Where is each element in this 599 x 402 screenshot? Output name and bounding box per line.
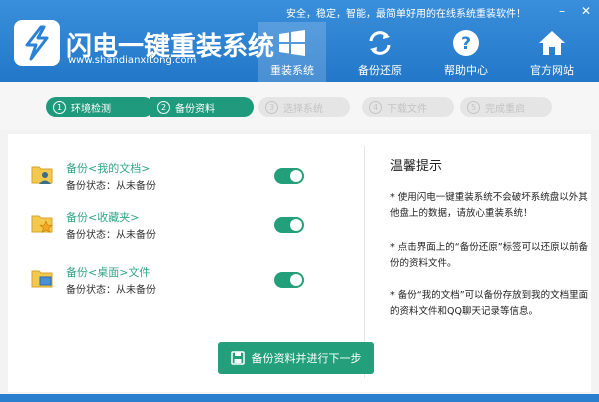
nav-label: 重装系统 [270,64,314,77]
step-label: 下载文件 [387,103,427,115]
step-label: 选择系统 [283,103,323,115]
backup-toggle[interactable] [274,168,304,184]
backup-item-my-documents: 备份<我的文档> 备份状态：从未备份 [30,160,330,200]
tip-text: * 使用闪电一键重装系统不会破坏系统盘以外其他盘上的数据，请放心重装系统！ [390,192,588,219]
svg-text:?: ? [461,34,471,54]
footer-bar [0,394,599,402]
step-number: 3 [265,100,278,114]
backup-item-title: 备份<我的文档> [66,162,151,175]
favorites-folder-icon [31,215,53,233]
step-label: 环境检测 [71,103,111,115]
close-button[interactable]: ✕ [579,4,593,18]
backup-item-title: 备份<收藏夹> [66,211,140,224]
next-button-label: 备份资料并进行下一步 [251,352,362,365]
refresh-icon [365,28,395,58]
step-select-system: 3 选择系统 [258,97,350,117]
app-website: www.shandianxitong.com [68,55,197,66]
nav-label: 官方网站 [530,64,574,77]
step-environment-check: 1 环境检测 [46,97,154,117]
disk-icon [230,351,245,365]
backup-toggle[interactable] [274,272,304,288]
minimize-button[interactable]: – [555,4,569,18]
toggle-knob [290,219,302,231]
step-label: 备份资料 [175,103,215,115]
tip-text: * 点击界面上的“备份还原”标签可以还原以前备份的资料文件。 [390,242,589,269]
backup-item-status: 备份状态：从未备份 [66,285,156,296]
backup-item-favorites: 备份<收藏夹> 备份状态：从未备份 [30,209,330,249]
backup-toggle[interactable] [274,217,304,233]
step-backup-data: 2 备份资料 [150,97,254,117]
backup-item-status: 备份状态：从未备份 [66,230,156,241]
slogan-text: 安全，稳定，智能，最简单好用的在线系统重装软件！ [286,9,526,20]
progress-steps: 1 环境检测 2 备份资料 3 选择系统 4 下载文件 5 完成重启 [0,82,599,130]
step-number: 4 [369,100,382,114]
nav-reinstall-system[interactable]: 重装系统 [258,22,326,82]
windows-icon [277,28,307,58]
backup-item-title: 备份<桌面>文件 [66,266,151,279]
header-bar: 闪电一键重装系统 www.shandianxitong.com 安全，稳定，智能… [0,0,599,82]
home-icon [537,28,567,58]
nav-help-center[interactable]: ? 帮助中心 [432,22,500,82]
lightning-icon [25,25,49,61]
step-number: 5 [467,100,480,114]
toggle-knob [290,274,302,286]
step-label: 完成重启 [485,103,525,115]
nav-official-site[interactable]: 官方网站 [518,22,586,82]
step-number: 2 [157,100,170,114]
logo [14,20,60,66]
tip-text: * 备份“我的文档”可以备份存放到我的文档里面的资料文件和QQ聊天记录等信息。 [390,290,589,317]
backup-item-status: 备份状态：从未备份 [66,181,156,192]
nav-label: 帮助中心 [444,64,488,77]
desktop-folder-icon [31,270,53,288]
step-finish-restart: 5 完成重启 [460,97,552,117]
question-icon: ? [451,28,481,58]
backup-and-next-button[interactable]: 备份资料并进行下一步 [218,342,374,374]
nav-backup-restore[interactable]: 备份还原 [346,22,414,82]
user-folder-icon [31,166,53,184]
step-number: 1 [53,100,66,114]
nav-label: 备份还原 [358,64,402,77]
step-download-files: 4 下载文件 [362,97,454,117]
toggle-knob [290,170,302,182]
backup-item-desktop: 备份<桌面>文件 备份状态：从未备份 [30,264,330,304]
tips-title: 温馨提示 [390,159,443,174]
